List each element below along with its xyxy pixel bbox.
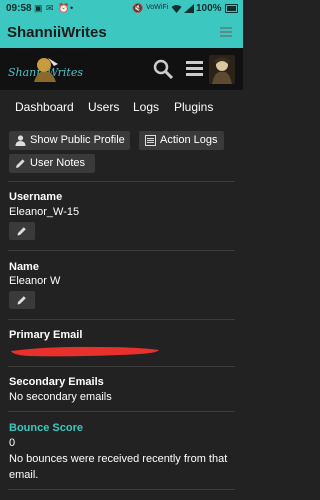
bounce-score-label[interactable]: Bounce Score <box>9 422 83 434</box>
search-icon[interactable] <box>153 59 173 79</box>
hamburger-menu-icon[interactable] <box>220 27 232 37</box>
pencil-icon <box>17 227 26 236</box>
user-notes-button[interactable]: User Notes <box>9 154 95 173</box>
tab-logs[interactable]: Logs <box>133 100 159 114</box>
logo-art-icon <box>34 58 58 82</box>
avatar[interactable] <box>209 55 235 84</box>
action-logs-label: Action Logs <box>160 134 218 146</box>
secondary-emails-label: Secondary Emails <box>9 376 104 388</box>
show-public-profile-button[interactable]: Show Public Profile <box>9 131 130 150</box>
divider <box>8 411 235 412</box>
menu-icon[interactable] <box>186 61 203 76</box>
list-icon <box>145 135 156 146</box>
show-public-profile-label: Show Public Profile <box>30 134 125 146</box>
pencil-icon <box>16 159 25 168</box>
divider <box>8 319 235 320</box>
admin-nav: Dashboard Users Logs Plugins <box>15 100 235 116</box>
tab-dashboard[interactable]: Dashboard <box>15 100 74 114</box>
mute-icon: 🔇 <box>132 3 144 13</box>
primary-email-label: Primary Email <box>9 329 83 341</box>
mail-icon: ✉ <box>46 3 54 13</box>
tab-users[interactable]: Users <box>88 100 119 114</box>
edit-username-button[interactable] <box>9 222 35 240</box>
alarm-icon: ⏰ <box>58 3 70 13</box>
site-logo[interactable]: Shann Writes <box>8 56 86 84</box>
bounce-score-value: 0 <box>9 437 16 449</box>
app-bar: ShanniiWrites <box>0 17 243 48</box>
wifi-icon <box>171 5 182 13</box>
status-time: 09:58 <box>6 3 32 14</box>
user-notes-label: User Notes <box>30 157 86 169</box>
username-label: Username <box>9 191 63 203</box>
name-value: Eleanor W <box>9 275 61 287</box>
edit-name-button[interactable] <box>9 291 35 309</box>
username-value: Eleanor_W-15 <box>9 206 80 218</box>
pencil-icon <box>17 296 26 305</box>
app-title: ShanniiWrites <box>7 24 107 41</box>
signal-icon <box>184 4 194 13</box>
tab-plugins[interactable]: Plugins <box>174 100 213 114</box>
site-header: Shann Writes <box>0 48 243 90</box>
gallery-icon: ▣ <box>34 3 43 13</box>
divider <box>8 250 235 251</box>
battery-icon <box>225 4 238 13</box>
bounce-description: No bounces were received recently from t… <box>9 453 228 481</box>
vowifi-icon: VoWiFi <box>146 4 169 11</box>
divider <box>8 181 235 182</box>
battery-percent: 100% <box>196 3 222 14</box>
divider <box>8 489 235 490</box>
avatar-image <box>209 55 235 84</box>
redacted-email-mark <box>11 346 159 357</box>
divider <box>8 366 235 367</box>
dot-icon: • <box>70 3 74 13</box>
name-label: Name <box>9 261 39 273</box>
secondary-emails-value: No secondary emails <box>9 391 112 403</box>
action-logs-button[interactable]: Action Logs <box>139 131 224 150</box>
status-bar: 09:58 ▣ ✉ ⏰ • 🔇 VoWiFi 100% <box>0 0 243 17</box>
user-icon <box>15 135 26 146</box>
